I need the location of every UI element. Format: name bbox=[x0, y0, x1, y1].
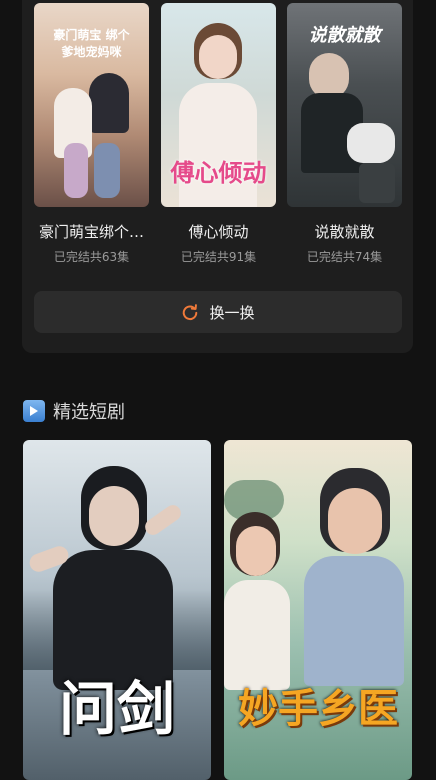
swap-label: 换一换 bbox=[209, 303, 255, 322]
drama-title[interactable]: 傅心倾动 bbox=[161, 221, 276, 242]
drama-episodes: 已完结共63集 bbox=[53, 250, 130, 264]
poster-title: 说散就散 bbox=[308, 25, 381, 46]
refresh-icon bbox=[183, 304, 198, 321]
featured-poster-title: 问剑 bbox=[58, 675, 175, 743]
section-header: 精选短剧 bbox=[23, 398, 125, 424]
drama-title[interactable]: 说散就散 bbox=[287, 221, 402, 242]
drama-episodes: 已完结共91集 bbox=[180, 250, 257, 264]
drama-item[interactable]: 豪门萌宝 绑个爹地宠妈咪 豪门萌宝绑个… 已完结共63集 bbox=[34, 3, 149, 265]
drama-poster[interactable]: 说散就散 bbox=[287, 3, 402, 207]
drama-episodes: 已完结共74集 bbox=[306, 250, 383, 264]
section-title: 精选短剧 bbox=[53, 402, 125, 423]
poster-title: 豪门萌宝 绑个爹地宠妈咪 bbox=[53, 28, 130, 59]
drama-item[interactable]: 傅心倾动 傅心倾动 已完结共91集 bbox=[161, 3, 276, 265]
swap-button[interactable]: 换一换 bbox=[34, 291, 402, 333]
poster-title: 傅心倾动 bbox=[170, 158, 267, 187]
drama-poster[interactable]: 豪门萌宝 绑个爹地宠妈咪 bbox=[34, 3, 149, 207]
play-icon bbox=[23, 400, 45, 422]
drama-item[interactable]: 说散就散 说散就散 已完结共74集 bbox=[287, 3, 402, 265]
featured-drama-card[interactable]: 妙手乡医 bbox=[224, 440, 412, 780]
featured-poster-title: 妙手乡医 bbox=[238, 686, 398, 732]
drama-title[interactable]: 豪门萌宝绑个… bbox=[34, 221, 149, 242]
featured-drama-card[interactable]: 问剑 bbox=[23, 440, 211, 780]
drama-poster[interactable]: 傅心倾动 bbox=[161, 3, 276, 207]
